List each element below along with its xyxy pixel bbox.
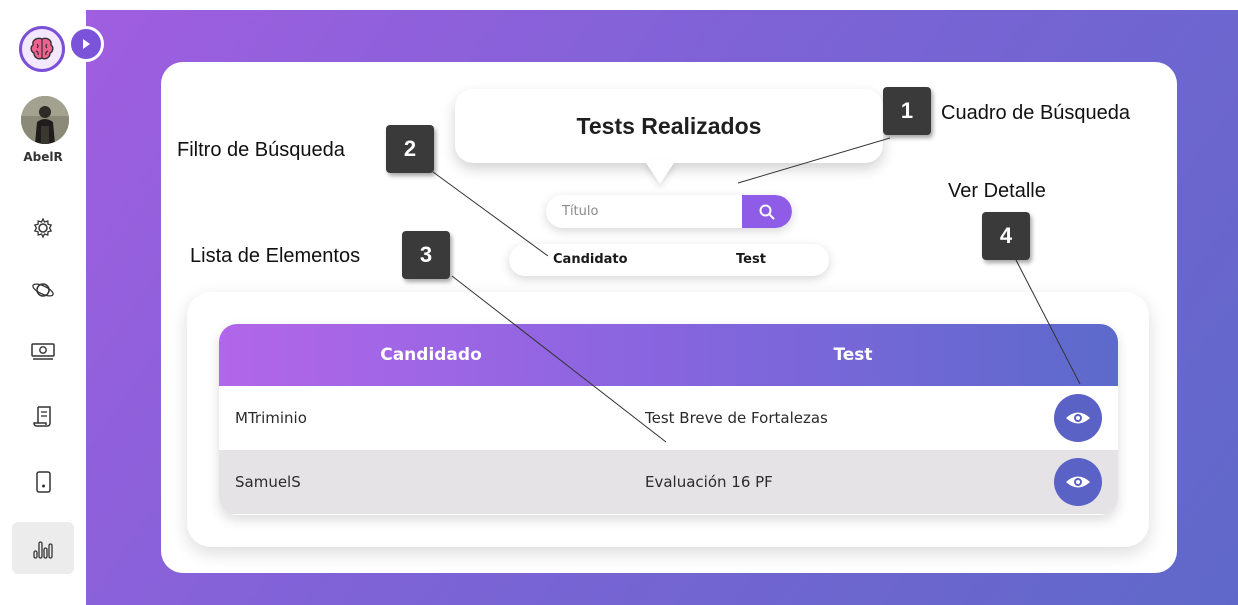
planet-icon [32, 283, 54, 297]
sidebar-item-documents[interactable] [12, 390, 74, 442]
results-table: Candidado Test MTriminio Test Breve de F… [219, 324, 1118, 515]
callout-badge-2: 2 [386, 125, 434, 173]
callout-label-4: Ver Detalle [948, 180, 1046, 202]
cell-candidate: MTriminio [235, 409, 307, 427]
play-icon [83, 39, 90, 49]
table-row: MTriminio Test Breve de Fortalezas [219, 386, 1118, 450]
column-header-candidate: Candidado [380, 345, 482, 365]
bar-chart-icon [33, 541, 53, 559]
callout-badge-3: 3 [402, 231, 450, 279]
callout-label-2: Filtro de Búsqueda [177, 139, 345, 161]
table-header: Candidado Test [219, 324, 1118, 386]
callout-badge-1: 1 [883, 87, 931, 135]
search-box [546, 195, 792, 228]
cell-test: Test Breve de Fortalezas [645, 409, 828, 427]
filter-candidate[interactable]: Candidato [553, 244, 628, 276]
gear-icon [33, 217, 53, 239]
cell-candidate: SamuelS [235, 473, 301, 491]
user-name: AbelR [23, 150, 63, 164]
sidebar-item-planet[interactable] [12, 264, 74, 316]
brain-logo-icon[interactable] [19, 26, 65, 72]
filter-test[interactable]: Test [736, 244, 766, 276]
sidebar-item-settings[interactable] [12, 202, 74, 254]
sidebar-item-mobile[interactable] [12, 456, 74, 508]
eye-icon [1066, 412, 1090, 424]
expand-sidebar-button[interactable] [68, 26, 104, 62]
filter-bar: Candidato Test [509, 244, 829, 276]
title-bubble-tail [644, 160, 676, 184]
sidebar-item-reports[interactable] [12, 522, 74, 574]
view-detail-button[interactable] [1054, 394, 1102, 442]
scroll-icon [33, 406, 51, 427]
callout-badge-4: 4 [982, 212, 1030, 260]
view-detail-button[interactable] [1054, 458, 1102, 506]
sidebar: AbelR [0, 0, 104, 605]
phone-icon [36, 471, 51, 493]
search-icon [759, 204, 775, 219]
sidebar-item-payments[interactable] [12, 326, 74, 378]
search-button[interactable] [742, 195, 792, 228]
column-header-test: Test [833, 345, 873, 365]
eye-icon [1066, 476, 1090, 488]
avatar[interactable] [21, 96, 69, 144]
callout-label-1: Cuadro de Búsqueda [941, 102, 1131, 124]
table-row: SamuelS Evaluación 16 PF [219, 450, 1118, 514]
callout-label-3: Lista de Elementos [190, 245, 361, 267]
cell-test: Evaluación 16 PF [645, 473, 773, 491]
cash-icon [31, 343, 55, 360]
search-input[interactable] [546, 195, 742, 228]
page-title: Tests Realizados [455, 89, 883, 163]
